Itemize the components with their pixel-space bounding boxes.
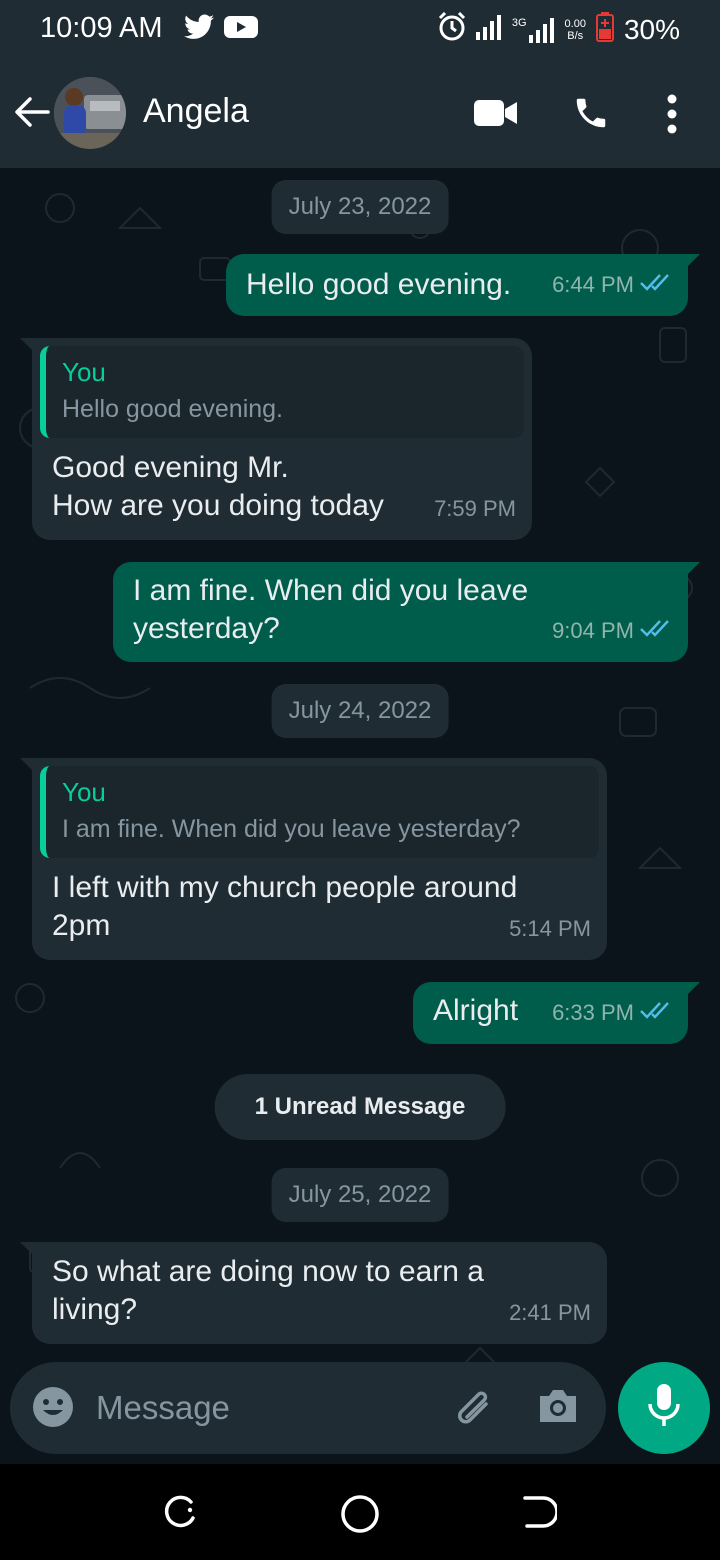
network-speed-unit: B/s — [567, 29, 584, 42]
youtube-icon — [224, 14, 258, 45]
video-call-icon[interactable] — [474, 98, 518, 133]
message-text-line: living? — [52, 1293, 138, 1326]
twitter-icon — [184, 14, 214, 45]
message-text-line: yesterday? — [133, 612, 280, 645]
chat-header: Angela — [0, 62, 720, 168]
message-text-line: 2pm — [52, 909, 111, 942]
network-speed: 0.00 B/s — [565, 18, 586, 42]
message-text: Alright — [433, 994, 519, 1027]
unread-messages-banner: 1 Unread Message — [214, 1074, 506, 1140]
message-bubble-incoming[interactable]: You Hello good evening. Good evening Mr.… — [20, 338, 532, 540]
attach-icon[interactable] — [450, 1386, 494, 1435]
quote-text: Hello good evening. — [62, 395, 283, 423]
message-text-line: I left with my church people around — [52, 871, 518, 904]
quote-author: You — [62, 357, 106, 387]
battery-percent: 30% — [623, 13, 680, 45]
quote-text: I am fine. When did you leave yesterday? — [62, 815, 521, 843]
message-bubble-outgoing[interactable]: Hello good evening. 6:44 PM — [226, 254, 700, 316]
message-text-line: How are you doing today — [52, 489, 384, 522]
read-ticks-icon — [640, 266, 672, 304]
signal-3g-icon: 3G — [512, 17, 555, 43]
read-ticks-icon — [640, 994, 672, 1032]
message-time: 6:33 PM — [552, 1000, 634, 1025]
status-bar: 10:09 AM 3G 0.00 B/s 30% — [0, 0, 720, 62]
camera-icon[interactable] — [536, 1386, 580, 1431]
signal-icon — [475, 14, 502, 45]
system-nav-bar — [0, 1464, 720, 1560]
nav-back-icon[interactable] — [521, 1494, 559, 1535]
quoted-message[interactable]: You I am fine. When did you leave yester… — [40, 766, 599, 858]
message-time: 7:59 PM — [434, 496, 516, 521]
quote-author: You — [62, 777, 106, 807]
date-chip: July 25, 2022 — [271, 1168, 449, 1222]
emoji-icon[interactable] — [32, 1386, 74, 1433]
battery-icon — [595, 12, 614, 47]
alarm-icon — [438, 11, 466, 47]
mic-icon — [647, 1383, 681, 1433]
contact-avatar[interactable] — [54, 77, 126, 149]
message-bubble-incoming[interactable]: You I am fine. When did you leave yester… — [20, 758, 607, 960]
network-speed-value: 0.00 — [564, 17, 586, 30]
status-time: 10:09 AM — [40, 12, 163, 44]
date-chip: July 23, 2022 — [271, 180, 449, 234]
message-bubble-incoming[interactable]: So what are doing now to earn a living? … — [20, 1242, 607, 1344]
message-time: 9:04 PM — [552, 618, 634, 643]
mic-button[interactable] — [618, 1362, 710, 1454]
message-bubble-outgoing[interactable]: Alright 6:33 PM — [413, 982, 700, 1044]
recent-apps-icon[interactable] — [163, 1494, 199, 1535]
network-type: 3G — [511, 16, 527, 29]
back-arrow-icon[interactable] — [14, 96, 50, 133]
message-text: Hello good evening. — [246, 268, 512, 301]
quoted-message[interactable]: You Hello good evening. — [40, 346, 524, 438]
chat-area[interactable]: July 23, 2022 Hello good evening. 6:44 P… — [0, 168, 720, 1464]
message-text-line: So what are doing now to earn a — [52, 1255, 484, 1288]
home-icon[interactable] — [340, 1494, 380, 1539]
message-text-line: I am fine. When did you leave — [133, 574, 529, 607]
message-time: 5:14 PM — [509, 916, 591, 941]
date-chip: July 24, 2022 — [271, 684, 449, 738]
message-time: 6:44 PM — [552, 272, 634, 297]
message-input[interactable] — [96, 1384, 426, 1432]
message-composer — [10, 1362, 606, 1454]
read-ticks-icon — [640, 612, 672, 650]
message-time: 2:41 PM — [509, 1300, 591, 1325]
more-options-icon[interactable] — [666, 94, 678, 139]
contact-name[interactable]: Angela — [143, 92, 249, 131]
message-bubble-outgoing[interactable]: I am fine. When did you leave yesterday?… — [113, 562, 700, 662]
voice-call-icon[interactable] — [572, 94, 610, 137]
message-text-line: Good evening Mr. — [52, 451, 289, 484]
